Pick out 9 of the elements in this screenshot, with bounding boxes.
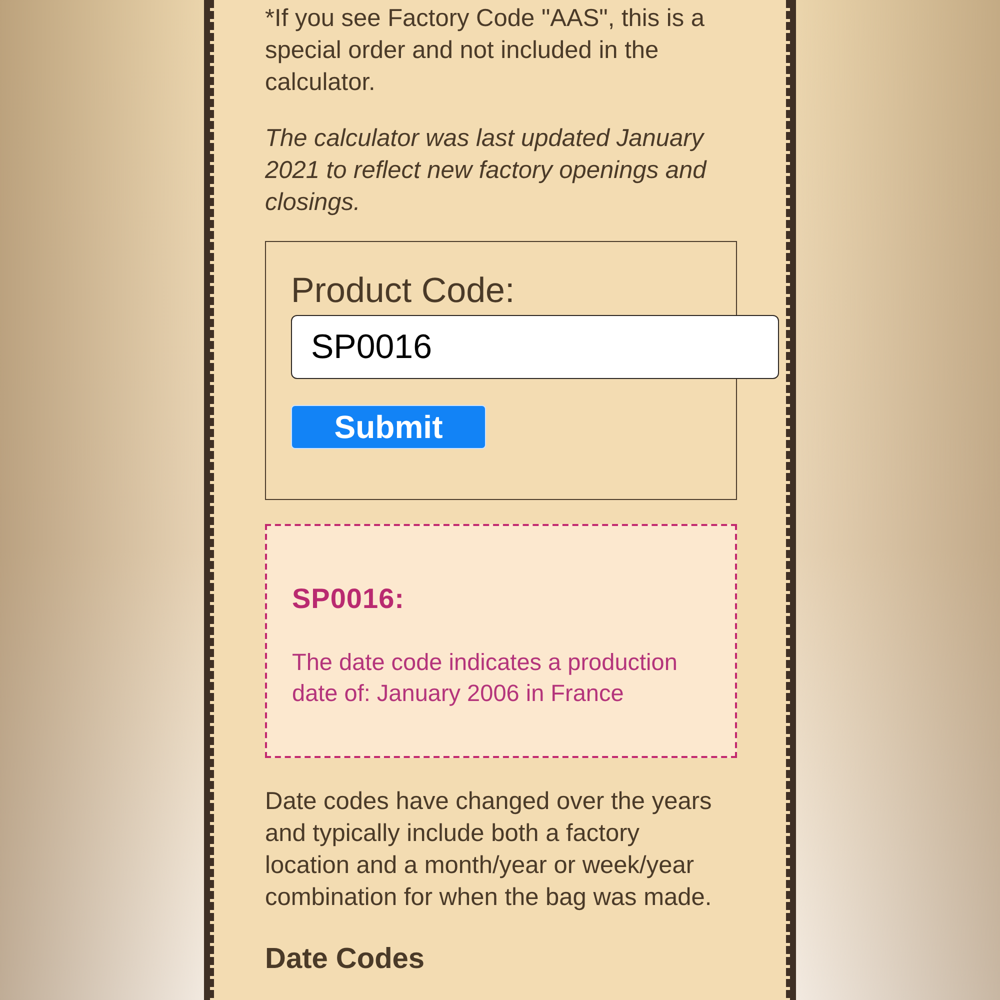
description-text: Date codes have changed over the years and typically include both a factory location and a month/year or week/year combination for when the bag was made. xyxy=(265,787,713,913)
update-notice: The calculator was last updated January 2021 to reflect new factory openings and closings. xyxy=(265,124,708,218)
footnote-text: *If you see Factory Code "AAS", this is a special order and not included in the calculator. xyxy=(265,4,706,98)
product-code-label: Product Code: xyxy=(291,271,515,311)
input-field[interactable]: SP0016 xyxy=(291,315,779,379)
result-code: SP0016: xyxy=(292,582,406,616)
result-message: The date code indicates a production date of: January 2006 in France xyxy=(292,648,678,708)
submit-button[interactable]: Submit xyxy=(291,405,486,449)
section-heading: Date Codes xyxy=(265,942,426,977)
